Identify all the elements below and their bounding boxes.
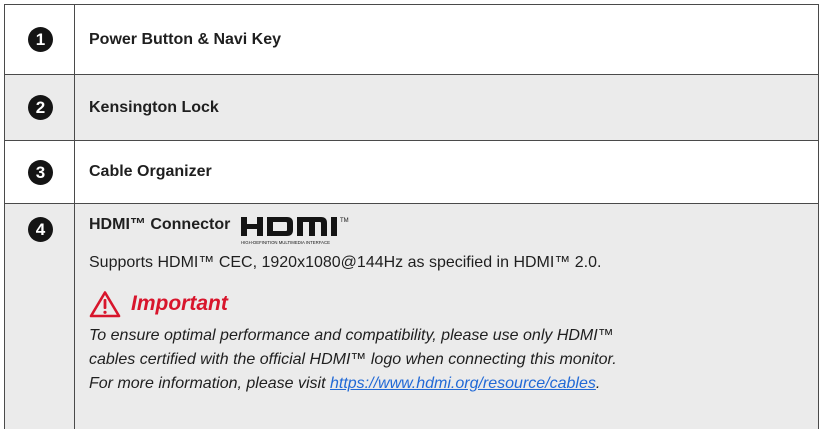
spec-table: 1 Power Button & Navi Key 2 Kensington L… <box>4 4 819 429</box>
content-cell: HDMI™ Connector TM HIGH-DEFINITION MULTI… <box>75 204 818 429</box>
number-badge: 4 <box>28 217 53 242</box>
content-cell: Kensington Lock <box>75 75 818 140</box>
note-line: To ensure optimal performance and compat… <box>89 327 614 344</box>
hdmi-cables-link[interactable]: https://www.hdmi.org/resource/cables <box>330 375 596 392</box>
number-cell: 3 <box>5 141 75 203</box>
table-row: 1 Power Button & Navi Key <box>5 5 818 75</box>
svg-text:TM: TM <box>340 218 349 224</box>
item-title: Power Button & Navi Key <box>89 30 282 48</box>
important-note: To ensure optimal performance and compat… <box>89 324 818 396</box>
important-label: Important <box>131 292 228 315</box>
content-cell: Cable Organizer <box>75 141 818 203</box>
number-cell: 2 <box>5 75 75 140</box>
item-title: HDMI™ Connector <box>89 216 231 233</box>
hdmi-logo: TM HIGH-DEFINITION MULTIMEDIA INTERFACE <box>241 217 349 245</box>
description: Supports HDMI™ CEC, 1920x1080@144Hz as s… <box>89 254 602 271</box>
number-badge: 3 <box>28 159 53 185</box>
note-line: For more information, please visit https… <box>89 372 818 396</box>
note-suffix: . <box>595 375 601 392</box>
important-header: Important <box>89 290 818 318</box>
hdmi-logo-tagline: HIGH-DEFINITION MULTIMEDIA INTERFACE <box>241 240 330 245</box>
number-cell: 1 <box>5 5 75 74</box>
table-row: 4 HDMI™ Connector TM HIGH-DEFINITION MUL… <box>5 204 818 429</box>
item-title: Cable Organizer <box>89 163 212 180</box>
table-row: 3 Cable Organizer <box>5 141 818 204</box>
item-title: Kensington Lock <box>89 98 219 116</box>
number-badge: 2 <box>28 95 53 120</box>
table-row: 2 Kensington Lock <box>5 75 818 141</box>
hdmi-heading: HDMI™ Connector TM HIGH-DEFINITION MULTI… <box>89 216 818 248</box>
warning-triangle-icon <box>89 291 121 318</box>
note-line: cables certified with the official HDMI™… <box>89 351 617 368</box>
note-prefix: For more information, please visit <box>89 375 330 392</box>
number-cell: 4 <box>5 204 75 429</box>
content-cell: Power Button & Navi Key <box>75 5 818 74</box>
number-badge: 1 <box>28 27 53 52</box>
